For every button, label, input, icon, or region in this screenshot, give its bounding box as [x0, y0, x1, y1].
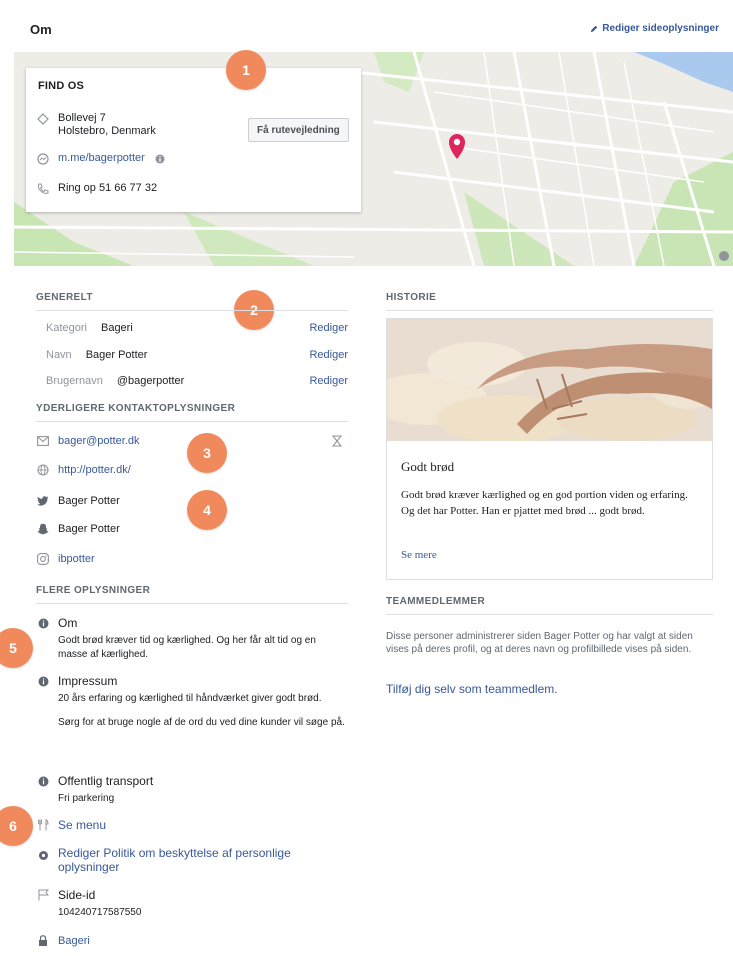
general-divider [36, 310, 348, 311]
envelope-icon [36, 434, 50, 448]
location-map[interactable]: FIND OS Bollevej 7 Holstebro, Denmark Få… [14, 52, 733, 266]
see-menu-link[interactable]: Se menu [58, 818, 106, 832]
story-title: Godt brød [401, 459, 455, 474]
lock-icon [36, 934, 50, 948]
category-link[interactable]: Bageri [58, 935, 90, 947]
name-label: Navn [46, 349, 72, 361]
phone-row[interactable]: Ring op 51 66 77 32 [36, 182, 157, 196]
website-link[interactable]: http://potter.dk/ [58, 464, 131, 476]
category-value: Bageri [100, 322, 133, 334]
step-badge-1: 1 [226, 50, 266, 90]
twitter-icon [36, 494, 50, 508]
edit-page-info-link[interactable]: Rediger sideoplysninger [590, 23, 719, 34]
username-label: Brugernavn [46, 375, 103, 387]
messenger-row[interactable]: m.me/bagerpotter [36, 152, 167, 166]
globe-icon [36, 463, 50, 477]
more-info-divider [36, 603, 348, 604]
about-text: Godt brød kræver tid og kærlighed. Og he… [58, 635, 316, 660]
phone-number: Ring op 51 66 77 32 [58, 182, 158, 194]
location-pin-icon [36, 112, 50, 126]
map-pin-icon [449, 134, 465, 159]
story-card[interactable]: Godt brød Godt brød kræver kærlighed og … [386, 318, 713, 580]
page-id-value: 104240717587550 [58, 907, 142, 918]
story-heading: HISTORIE [386, 292, 437, 303]
snapchat-handle: Bager Potter [58, 523, 120, 535]
menu-item[interactable]: Se menu [36, 818, 348, 832]
about-item: Om Godt brød kræver tid og kærlighed. Og… [36, 616, 348, 662]
see-more-link[interactable]: Se mere [401, 549, 437, 561]
twitter-row[interactable]: Bager Potter [36, 494, 120, 508]
info-icon [153, 152, 167, 166]
find-us-card: FIND OS Bollevej 7 Holstebro, Denmark Få… [26, 68, 361, 212]
story-image [387, 319, 712, 441]
address-line2: Holstebro, Denmark [58, 125, 156, 137]
info-circle-icon [36, 674, 50, 688]
address-row: Bollevej 7 Holstebro, Denmark [36, 112, 156, 138]
team-divider [386, 614, 713, 615]
find-us-title: FIND OS [38, 80, 85, 92]
twitter-handle: Bager Potter [58, 495, 120, 507]
email-row[interactable]: bager@potter.dk [36, 434, 140, 448]
info-circle-icon [36, 774, 50, 788]
edit-category-link[interactable]: Rediger [309, 322, 348, 334]
impressum-text-1: 20 års erfaring og kærlighed til håndvær… [58, 693, 322, 704]
address-line1: Bollevej 7 [58, 112, 106, 124]
website-row[interactable]: http://potter.dk/ [36, 463, 131, 477]
about-header: Om Rediger sideoplysninger [0, 0, 733, 52]
instagram-icon [36, 552, 50, 566]
story-text: Godt brød kræver kærlighed og en god por… [401, 489, 688, 517]
name-value: Bager Potter [85, 349, 148, 361]
messenger-icon [36, 152, 50, 166]
instagram-link[interactable]: ibpotter [58, 553, 95, 565]
fork-knife-icon [36, 818, 50, 832]
transport-title: Offentlig transport [58, 774, 154, 788]
snapchat-icon [36, 522, 50, 536]
transport-text: Fri parkering [58, 793, 115, 804]
more-info-heading: FLERE OPLYSNINGER [36, 585, 151, 596]
page-id-title: Side-id [58, 888, 96, 902]
messenger-link[interactable]: m.me/bagerpotter [58, 152, 145, 164]
phone-icon [36, 182, 50, 196]
edit-username-link[interactable]: Rediger [309, 375, 348, 387]
category-item[interactable]: Bageri [36, 934, 348, 948]
contact-heading: YDERLIGERE KONTAKTOPLYSNINGER [36, 403, 236, 414]
team-heading: TEAMMEDLEMMER [386, 596, 486, 607]
general-row-category: Kategori Bageri Rediger [46, 322, 348, 334]
add-team-member-link[interactable]: Tilføj dig selv som teammedlem. [386, 682, 558, 696]
impressum-item: Impressum 20 års erfaring og kærlighed t… [36, 674, 348, 730]
info-circle-icon [36, 616, 50, 630]
shield-icon [36, 848, 50, 862]
impressum-text-2: Sørg for at bruge nogle af de ord du ved… [58, 717, 345, 728]
general-row-name: Navn Bager Potter Rediger [46, 349, 348, 361]
edit-page-info-label: Rediger sideoplysninger [602, 23, 719, 34]
step-badge-4: 4 [187, 490, 227, 530]
contact-divider [36, 421, 348, 422]
username-value: @bagerpotter [116, 375, 185, 387]
privacy-policy-link[interactable]: Rediger Politik om beskyttelse af person… [58, 846, 328, 874]
step-badge-3: 3 [187, 433, 227, 473]
email-link[interactable]: bager@potter.dk [58, 435, 140, 447]
step-badge-6: 6 [0, 806, 33, 846]
snapchat-row[interactable]: Bager Potter [36, 522, 120, 536]
edit-name-link[interactable]: Rediger [309, 349, 348, 361]
story-divider [386, 310, 713, 311]
instagram-row[interactable]: ibpotter [36, 552, 95, 566]
general-row-username: Brugernavn @bagerpotter Rediger [46, 375, 348, 387]
transport-item: Offentlig transport Fri parkering [36, 774, 348, 806]
get-directions-button[interactable]: Få rutevejledning [248, 118, 349, 142]
step-badge-5: 5 [0, 628, 33, 668]
team-description: Disse personer administrerer siden Bager… [386, 631, 693, 655]
hourglass-icon[interactable] [332, 435, 342, 447]
flag-icon [36, 888, 50, 902]
page-id-item: Side-id 104240717587550 [36, 888, 348, 920]
pencil-icon [591, 25, 598, 32]
page-title: Om [30, 22, 52, 37]
about-title: Om [58, 616, 78, 630]
category-label: Kategori [46, 322, 87, 334]
impressum-title: Impressum [58, 674, 118, 688]
general-heading: GENERELT [36, 292, 93, 303]
privacy-item[interactable]: Rediger Politik om beskyttelse af person… [36, 846, 348, 874]
